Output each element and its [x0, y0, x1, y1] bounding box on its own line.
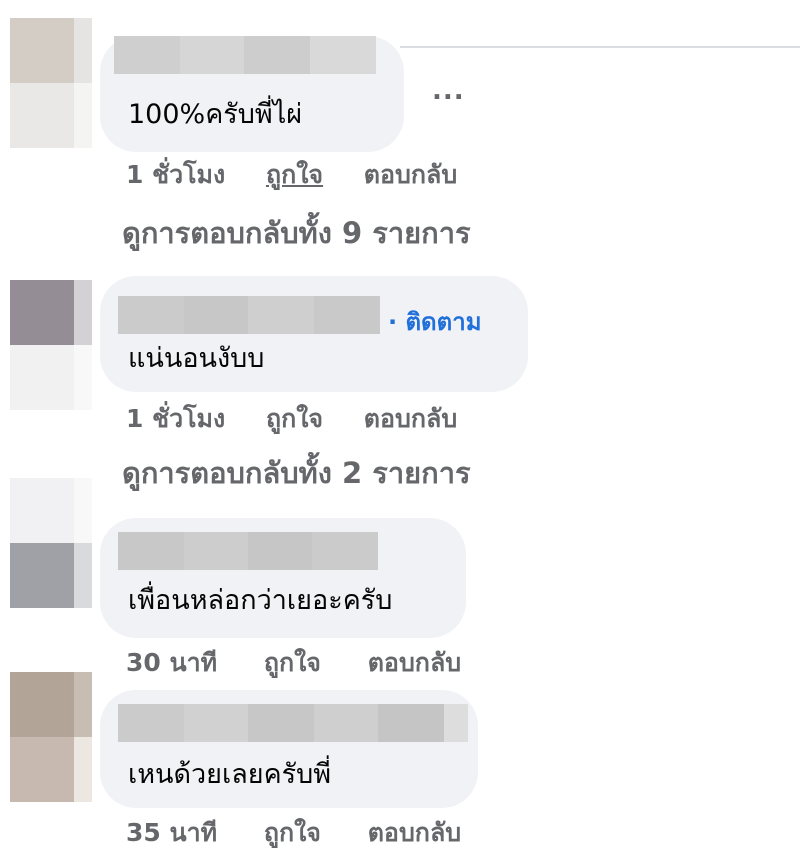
follow-button[interactable]: · ติดตาม — [388, 302, 482, 341]
author-name-blurred[interactable] — [118, 704, 468, 742]
reply-button[interactable]: ตอบกลับ — [364, 160, 457, 189]
like-button[interactable]: ถูกใจ — [264, 648, 321, 677]
like-button[interactable]: ถูกใจ — [264, 818, 321, 847]
like-button[interactable]: ถูกใจ — [266, 404, 323, 433]
comment-text: แน่นอนงับบ — [128, 343, 265, 374]
comment-meta: 1 ชั่วโมง ถูกใจ ตอบกลับ — [126, 404, 457, 434]
view-replies-link[interactable]: ดูการตอบกลับทั้ง 2 รายการ — [122, 455, 471, 491]
comment-text: 100%ครับพี่ไผ่ — [128, 99, 303, 130]
comment-bubble: · ติดตาม แน่นอนงับบ — [100, 276, 528, 392]
comment-meta: 35 นาที ถูกใจ ตอบกลับ — [126, 818, 461, 848]
reply-button[interactable]: ตอบกลับ — [364, 404, 457, 433]
avatar[interactable] — [10, 672, 92, 802]
comment-meta: 1 ชั่วโมง ถูกใจ ตอบกลับ — [126, 160, 457, 190]
author-name-blurred[interactable] — [118, 296, 380, 334]
author-name-blurred[interactable] — [118, 532, 378, 570]
author-name-blurred[interactable] — [114, 36, 376, 74]
avatar[interactable] — [10, 18, 92, 148]
view-replies-link[interactable]: ดูการตอบกลับทั้ง 9 รายการ — [122, 215, 471, 251]
timestamp[interactable]: 35 นาที — [126, 818, 217, 847]
comment-bubble: เหนด้วยเลยครับพี่ — [100, 690, 478, 808]
more-options-icon[interactable]: ... — [432, 76, 465, 106]
timestamp[interactable]: 1 ชั่วโมง — [126, 404, 225, 433]
reply-button[interactable]: ตอบกลับ — [368, 648, 461, 677]
avatar[interactable] — [10, 478, 92, 608]
reply-button[interactable]: ตอบกลับ — [368, 818, 461, 847]
comment-bubble: เพื่อนหล่อกว่าเยอะครับ — [100, 518, 466, 638]
comment-bubble: 100%ครับพี่ไผ่ — [100, 36, 404, 152]
timestamp[interactable]: 1 ชั่วโมง — [126, 160, 225, 189]
avatar[interactable] — [10, 280, 92, 410]
divider — [400, 46, 800, 48]
comment-text: เพื่อนหล่อกว่าเยอะครับ — [128, 585, 393, 616]
like-button[interactable]: ถูกใจ — [266, 160, 323, 189]
comment-thread: 100%ครับพี่ไผ่ ... 1 ชั่วโมง ถูกใจ ตอบกล… — [0, 0, 800, 852]
comment-meta: 30 นาที ถูกใจ ตอบกลับ — [126, 648, 461, 678]
comment-text: เหนด้วยเลยครับพี่ — [128, 759, 332, 790]
timestamp[interactable]: 30 นาที — [126, 648, 217, 677]
